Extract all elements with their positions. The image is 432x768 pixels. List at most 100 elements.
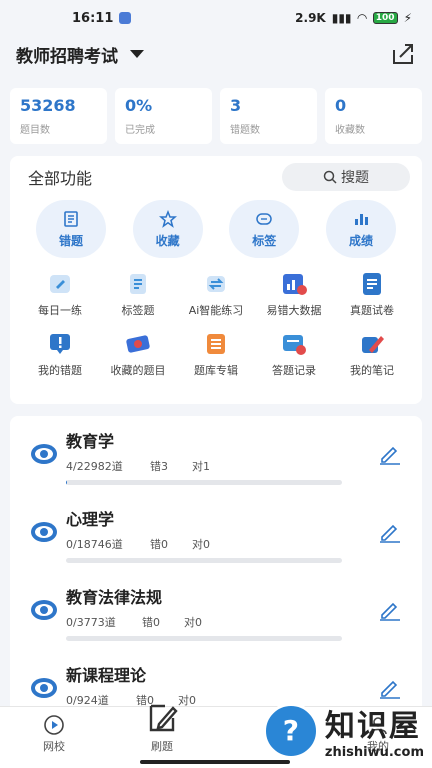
edit-icon[interactable] <box>378 520 402 544</box>
saved-questions-button[interactable]: 收藏的题目 <box>100 332 176 378</box>
function-label: 标签题 <box>121 304 155 317</box>
stat-label: 已完成 <box>125 125 155 136</box>
subject-right: 对0 <box>192 538 210 551</box>
network-speed: 2.9K <box>295 11 326 25</box>
stat-favorites[interactable]: 0 收藏数 <box>325 88 422 144</box>
progress-fill <box>66 480 67 485</box>
subjects-card: 教育学 4/22982道 错3 对1 心理学 0/18746道 错0 对0 教育… <box>10 416 422 716</box>
watermark-en: zhishiwu.com <box>324 745 424 760</box>
edit-icon[interactable] <box>378 676 402 700</box>
charging-icon: ⚡ <box>403 11 412 25</box>
subject-right: 对1 <box>192 460 210 473</box>
watermark-text: 知识屋 zhishiwu.com <box>325 701 424 760</box>
eye-icon <box>31 600 57 620</box>
big-label: 成绩 <box>348 233 373 248</box>
stat-label: 错题数 <box>230 125 260 136</box>
edit-icon[interactable] <box>378 442 402 466</box>
watermark-cn: 知识屋 <box>324 709 421 744</box>
error-big-data-button[interactable]: 易错大数据 <box>256 272 332 318</box>
stat-label: 题目数 <box>20 125 50 136</box>
stat-value: 0% <box>125 96 153 115</box>
notification-icon <box>119 12 132 24</box>
function-label: Ai智能练习 <box>188 304 244 317</box>
daily-practice-icon <box>50 275 70 293</box>
tag-questions-button[interactable]: 标签题 <box>100 272 176 318</box>
big-label: 错题 <box>58 233 83 248</box>
subject-item[interactable]: 教育学 4/22982道 错3 对1 <box>24 416 408 494</box>
function-label: 每日一练 <box>38 304 82 317</box>
subject-item[interactable]: 教育法律法规 0/3773道 错0 对0 <box>24 572 408 650</box>
subject-progress: 4/22982道 <box>66 460 123 473</box>
main-functions: 错题 收藏 标签 成绩 <box>22 190 410 258</box>
my-notes-button[interactable]: 我的笔记 <box>334 332 410 378</box>
stat-value: 0 <box>335 96 347 115</box>
function-label: 收藏的题目 <box>110 364 166 377</box>
practice-edit-icon <box>149 704 178 732</box>
answer-records-icon <box>283 335 306 355</box>
ai-practice-icon <box>207 276 225 292</box>
past-papers-icon <box>363 273 381 295</box>
subject-progress: 0/18746道 <box>66 538 123 551</box>
stat-questions[interactable]: 53268 题目数 <box>10 88 107 144</box>
subject-name: 教育法律法规 <box>66 588 163 607</box>
app-header: 教师招聘考试 <box>0 36 432 72</box>
ai-practice-button[interactable]: Ai智能练习 <box>178 272 254 318</box>
subject-progress-bar <box>66 558 342 563</box>
stats-row: 53268 题目数 0% 已完成 3 错题数 0 收藏数 <box>0 72 432 144</box>
status-left: 16:11 <box>72 11 132 26</box>
search-label: 搜题 <box>341 170 369 186</box>
eye-icon <box>31 678 57 698</box>
big-label: 标签 <box>252 233 277 248</box>
chart-icon <box>354 213 368 225</box>
daily-practice-button[interactable]: 每日一练 <box>22 272 98 318</box>
tag-questions-icon <box>130 274 146 294</box>
wrong-icon <box>64 210 78 227</box>
subject-wrong: 错0 <box>142 616 160 629</box>
tags-button[interactable]: 标签 <box>229 200 300 258</box>
eye-icon <box>31 444 57 464</box>
help-logo-icon: ? <box>262 702 319 759</box>
error-stats-icon <box>283 274 307 295</box>
subject-right: 对0 <box>184 616 202 629</box>
favorites-button[interactable]: 收藏 <box>132 200 203 258</box>
question-bank-button[interactable]: 题库专辑 <box>178 332 254 378</box>
wifi-icon: ◠ <box>357 11 367 25</box>
subject-meta: 0/3773道 错0 对0 <box>66 614 202 630</box>
tab-school[interactable]: 网校 <box>14 714 94 754</box>
caret-down-icon <box>130 50 144 58</box>
subject-name: 新课程理论 <box>66 666 147 685</box>
scores-button[interactable]: 成绩 <box>325 200 396 258</box>
tag-icon <box>256 212 273 225</box>
status-bar: 16:11 2.9K ▮▮▮ ◠ 100 ⚡ <box>0 0 432 36</box>
tab-practice[interactable]: 刷题 <box>122 702 202 754</box>
exam-selector[interactable]: 教师招聘考试 <box>16 42 144 67</box>
search-icon <box>323 170 337 184</box>
page-title: 教师招聘考试 <box>16 46 118 67</box>
watermark: ? 知识屋 zhishiwu.com <box>262 701 424 760</box>
function-label: 我的笔记 <box>350 364 394 377</box>
subject-item[interactable]: 心理学 0/18746道 错0 对0 <box>24 494 408 572</box>
edit-icon[interactable] <box>378 598 402 622</box>
subject-progress-bar <box>66 636 342 641</box>
subject-wrong: 错0 <box>150 538 168 551</box>
subject-name: 心理学 <box>66 510 115 529</box>
saved-questions-icon <box>126 335 150 353</box>
answer-records-button[interactable]: 答题记录 <box>256 332 332 378</box>
subject-meta: 4/22982道 错3 对1 <box>66 458 210 474</box>
big-label: 收藏 <box>155 233 180 248</box>
past-papers-button[interactable]: 真题试卷 <box>334 272 410 318</box>
my-wrong-button[interactable]: 我的错题 <box>22 332 98 378</box>
signal-icon: ▮▮▮ <box>331 11 352 25</box>
subject-progress: 0/3773道 <box>66 616 116 629</box>
stat-completed[interactable]: 0% 已完成 <box>115 88 212 144</box>
function-label: 我的错题 <box>38 364 82 377</box>
wrong-questions-button[interactable]: 错题 <box>36 200 106 258</box>
home-indicator[interactable] <box>140 760 290 764</box>
search-button[interactable]: 搜题 <box>282 163 410 191</box>
school-icon <box>44 715 64 735</box>
share-icon[interactable] <box>390 41 416 67</box>
tab-label: 刷题 <box>151 740 173 753</box>
stat-wrong[interactable]: 3 错题数 <box>220 88 317 144</box>
subject-progress-bar <box>66 480 342 485</box>
battery-icon: 100 <box>372 12 398 24</box>
